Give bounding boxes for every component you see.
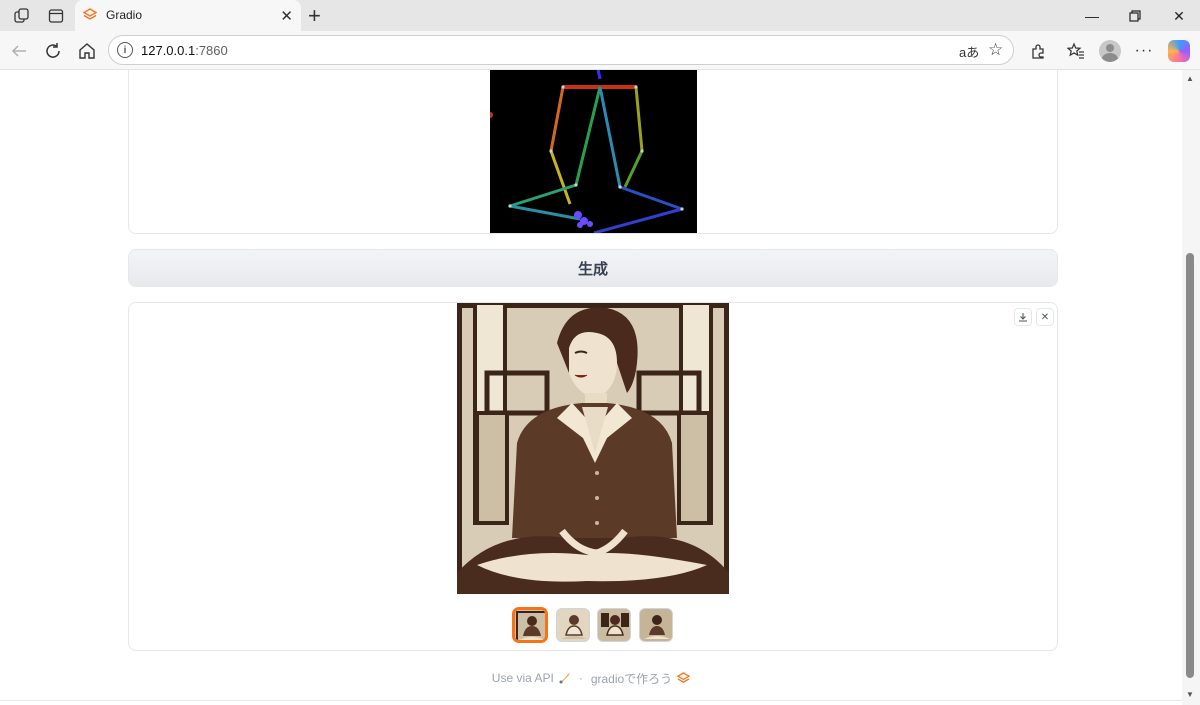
tab-close-icon[interactable]: ✕ [280, 7, 293, 25]
minimize-icon[interactable]: — [1077, 5, 1107, 27]
workspaces-icon[interactable] [13, 7, 31, 25]
footer-separator: · [578, 671, 583, 685]
restore-icon[interactable] [1120, 5, 1150, 27]
use-via-api-link[interactable]: Use via API [492, 671, 571, 685]
gallery-thumbnail-4[interactable] [639, 608, 673, 642]
gallery-thumbnail-3[interactable] [597, 608, 631, 642]
pose-image [490, 70, 697, 233]
output-gallery: ✕ [128, 302, 1058, 651]
close-icon[interactable]: ✕ [1036, 308, 1054, 326]
copilot-icon[interactable] [1168, 40, 1190, 62]
back-icon[interactable] [8, 40, 30, 62]
page-bottom-border [0, 700, 1182, 701]
tab-bar: Gradio ✕ + — ✕ [0, 0, 1200, 31]
menu-icon[interactable]: ··· [1133, 40, 1155, 62]
scroll-down-icon[interactable]: ▼ [1186, 690, 1194, 699]
favorite-icon[interactable]: ☆ [988, 40, 1003, 60]
read-aloud-icon[interactable]: aあ [959, 42, 979, 61]
extensions-icon[interactable] [1027, 40, 1049, 62]
gallery-main-image[interactable] [457, 303, 729, 594]
gallery-thumbnail-2[interactable] [556, 608, 590, 642]
scrollbar-thumb[interactable] [1186, 253, 1194, 678]
home-icon[interactable] [76, 40, 98, 62]
gallery-thumbnail-1[interactable] [513, 608, 547, 642]
pose-image-panel [128, 70, 1058, 234]
browser-toolbar: i 127.0.0.1:7860 aあ ☆ ··· [0, 31, 1200, 70]
url-text[interactable]: 127.0.0.1:7860 [141, 43, 228, 58]
address-bar[interactable]: i 127.0.0.1:7860 aあ ☆ [108, 35, 1014, 65]
profile-icon[interactable] [1099, 40, 1121, 62]
footer: Use via API · gradioで作ろう [0, 668, 1182, 688]
page-scrollbar[interactable]: ▲ ▼ [1182, 70, 1200, 705]
rocket-icon [559, 673, 570, 684]
scroll-up-icon[interactable]: ▲ [1186, 74, 1194, 83]
favorites-icon[interactable] [1065, 40, 1087, 62]
generate-button[interactable]: 生成 [128, 249, 1058, 287]
close-window-icon[interactable]: ✕ [1164, 5, 1194, 27]
built-with-gradio-link[interactable]: gradioで作ろう [591, 670, 691, 687]
tab-actions-icon[interactable] [47, 7, 65, 25]
info-icon[interactable]: i [117, 42, 133, 58]
download-icon[interactable] [1014, 308, 1032, 326]
new-tab-icon[interactable]: + [308, 3, 321, 29]
refresh-icon[interactable] [42, 40, 64, 62]
gradio-logo-icon [677, 671, 691, 683]
tab-title: Gradio [106, 8, 143, 22]
page-viewport: 生成 ✕ Use via API · gradioで作ろう [0, 70, 1182, 705]
browser-tab[interactable]: Gradio ✕ [75, 0, 301, 31]
gradio-logo-icon [83, 8, 97, 20]
